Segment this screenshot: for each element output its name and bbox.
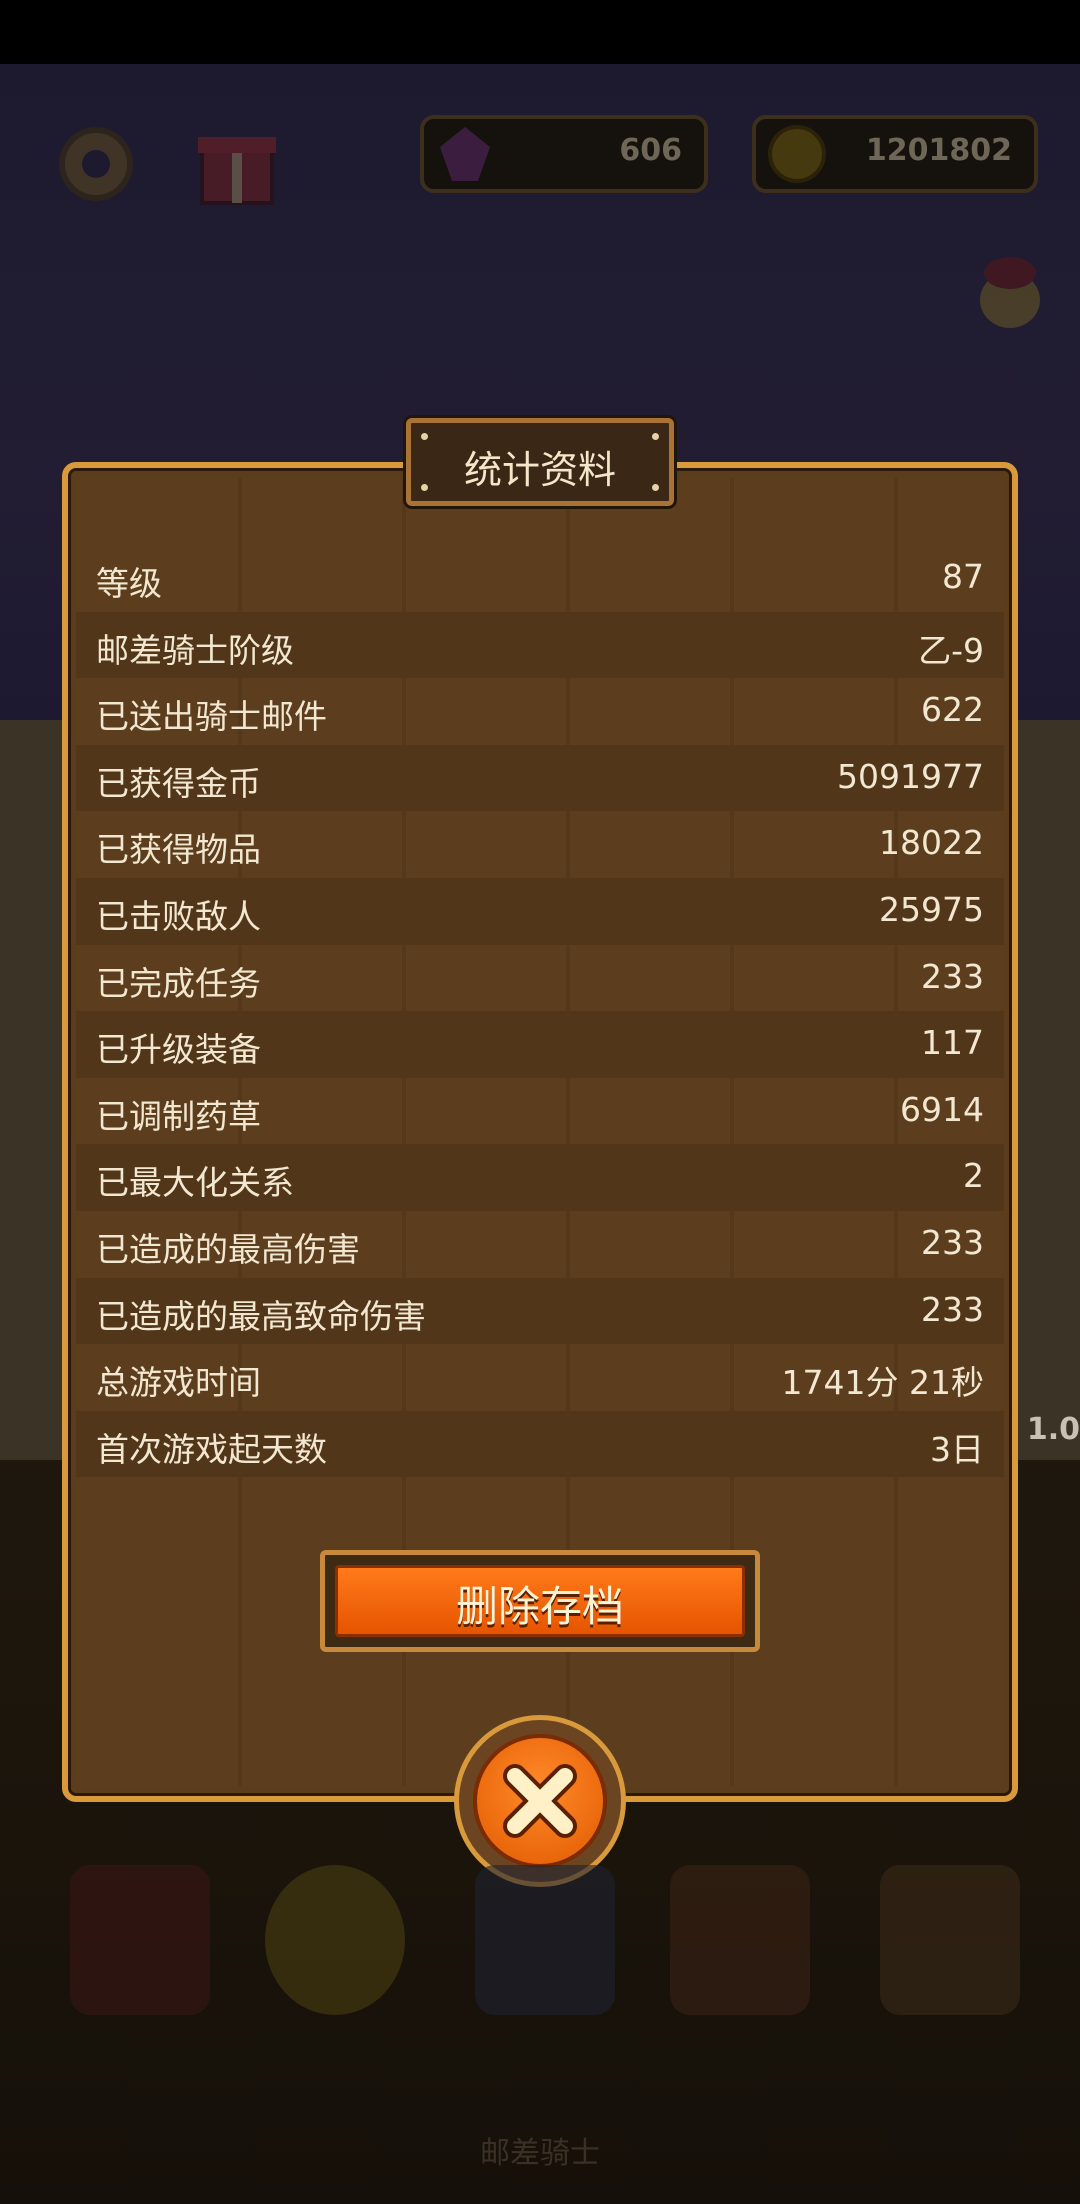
stat-label: 已完成任务 (96, 963, 261, 1003)
stat-row: 首次游戏起天数 3日 (76, 1410, 1004, 1478)
stat-row: 邮差骑士阶级 乙-9 (76, 611, 1004, 679)
stats-list: 等级 87 邮差骑士阶级 乙-9 已送出骑士邮件 622 已获得金币 5091977 已… (76, 545, 1004, 1478)
delete-save-button[interactable]: 删除存档 (320, 1550, 760, 1652)
stat-label: 首次游戏起天数 (96, 1429, 327, 1469)
stat-row: 已获得物品 18022 (76, 811, 1004, 878)
character-avatar[interactable] (970, 245, 1050, 335)
stat-label: 已获得金币 (96, 763, 261, 803)
close-button[interactable] (454, 1715, 626, 1887)
loot-sack-icon[interactable] (880, 1865, 1020, 2015)
stat-row: 已造成的最高致命伤害 233 (76, 1277, 1004, 1345)
bottom-nav-label: 邮差骑士 (480, 2136, 600, 2171)
title-plate: 统计资料 (406, 418, 674, 506)
stat-row: 已完成任务 233 (76, 945, 1004, 1012)
stat-label: 已造成的最高伤害 (96, 1229, 360, 1269)
stat-row: 已获得金币 5091977 (76, 744, 1004, 812)
stat-label: 已最大化关系 (96, 1163, 294, 1203)
stat-value: 18022 (879, 823, 984, 863)
close-button-face (473, 1734, 607, 1868)
stat-row: 已最大化关系 2 (76, 1144, 1004, 1211)
stat-row: 已调制药草 6914 (76, 1078, 1004, 1145)
stat-row: 已击败敌人 25975 (76, 877, 1004, 945)
star-coin-icon[interactable] (265, 1865, 405, 2015)
stat-label: 已升级装备 (96, 1030, 261, 1070)
stat-label: 总游戏时间 (96, 1363, 261, 1403)
stat-value: 87 (942, 557, 984, 596)
stat-row: 已造成的最高伤害 233 (76, 1211, 1004, 1278)
coin-count: 1201802 (865, 133, 1012, 168)
stat-label: 等级 (96, 564, 162, 603)
gem-icon (434, 123, 496, 185)
stat-value: 233 (921, 956, 984, 996)
stat-value: 3日 (930, 1429, 984, 1469)
stat-row: 等级 87 (76, 545, 1004, 612)
stat-value: 117 (921, 1023, 984, 1063)
stat-value: 乙-9 (918, 630, 984, 670)
inventory-bag-icon[interactable] (670, 1865, 810, 2015)
gem-counter: 606 (420, 115, 708, 193)
stat-label: 已造成的最高致命伤害 (96, 1296, 426, 1336)
delete-save-label: 删除存档 (455, 1582, 624, 1631)
stat-value: 6914 (900, 1089, 984, 1129)
stat-label: 已调制药草 (96, 1096, 261, 1136)
stat-row: 已升级装备 117 (76, 1011, 1004, 1078)
stat-value: 233 (921, 1222, 984, 1262)
stat-label: 已击败敌人 (96, 896, 261, 936)
stat-row: 已送出骑士邮件 622 (76, 678, 1004, 745)
gem-count: 606 (619, 133, 682, 168)
gift-icon[interactable] (190, 115, 285, 210)
status-bar (0, 0, 1080, 64)
version-text: 1.0 (1026, 1412, 1080, 1447)
stat-label: 邮差骑士阶级 (96, 630, 294, 670)
coin-icon (766, 123, 828, 185)
stat-value: 5091977 (837, 756, 984, 796)
coin-counter: 1201802 (752, 115, 1038, 193)
book-icon[interactable] (70, 1865, 210, 2015)
stat-label: 已获得物品 (96, 830, 261, 870)
gear-icon[interactable] (50, 118, 142, 210)
card-icon[interactable] (475, 1865, 615, 2015)
stat-value: 25975 (879, 889, 984, 929)
stat-row: 总游戏时间 1741分 21秒 (76, 1344, 1004, 1411)
stat-value: 2 (963, 1156, 984, 1196)
stat-value: 622 (921, 690, 984, 730)
stat-value: 233 (921, 1289, 984, 1329)
close-icon (503, 1764, 577, 1838)
panel-title: 统计资料 (463, 448, 616, 492)
stat-value: 1741分 21秒 (781, 1363, 984, 1403)
stat-label: 已送出骑士邮件 (96, 697, 327, 737)
